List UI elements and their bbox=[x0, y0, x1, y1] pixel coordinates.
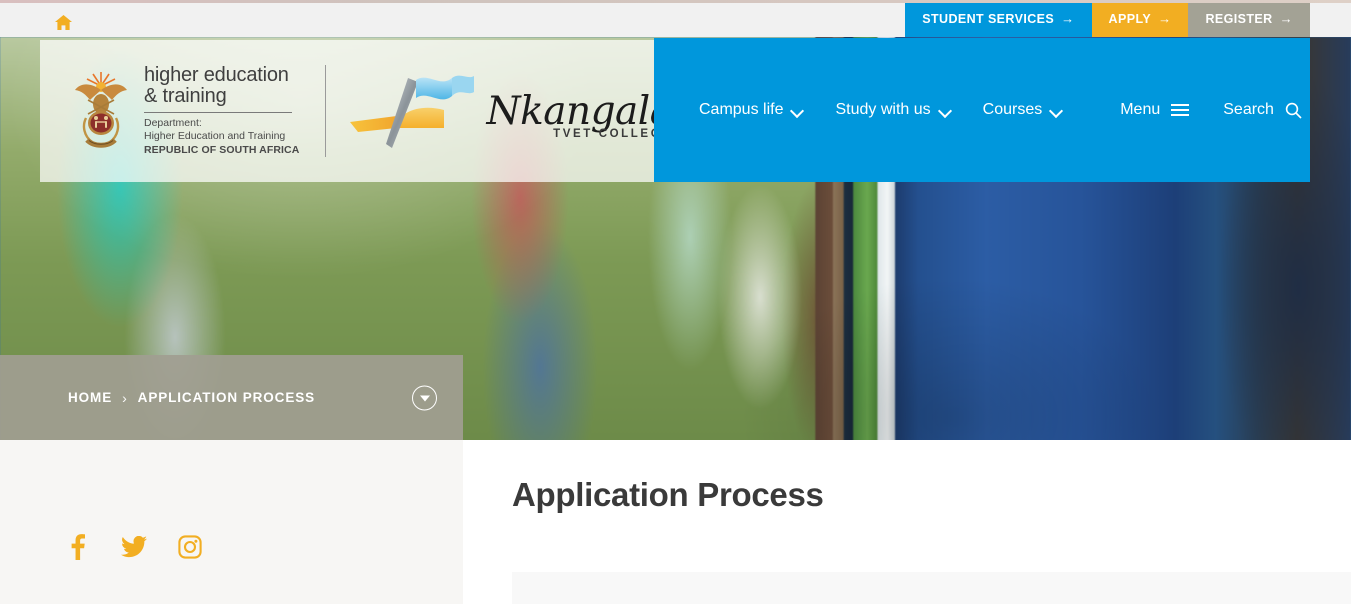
nav-item-label: Courses bbox=[982, 101, 1043, 118]
chevron-down-icon bbox=[792, 105, 803, 116]
breadcrumb-separator-icon: › bbox=[122, 389, 128, 406]
coat-of-arms-icon bbox=[70, 66, 132, 157]
page-title: Application Process bbox=[512, 476, 824, 513]
chevron-down-circle-icon bbox=[419, 395, 430, 401]
chevron-down-icon bbox=[940, 105, 951, 116]
page-root: STUDENT SERVICES → APPLY → REGISTER → hi… bbox=[0, 0, 1351, 604]
sidebar bbox=[0, 440, 463, 604]
nav-item-campus-life[interactable]: Campus life bbox=[699, 101, 803, 119]
logo-divider bbox=[325, 65, 327, 157]
nav-item-study-with-us[interactable]: Study with us bbox=[835, 101, 950, 119]
register-label: REGISTER bbox=[1205, 11, 1273, 26]
menu-label: Menu bbox=[1120, 101, 1161, 118]
nav-item-label: Campus life bbox=[699, 101, 784, 118]
arrow-right-icon: → bbox=[1061, 11, 1075, 26]
top-accent-line bbox=[0, 0, 1351, 3]
dhet-divider bbox=[144, 111, 292, 113]
lower-section: Application Process bbox=[0, 440, 1351, 604]
dhet-title-line1: higher education bbox=[144, 63, 289, 86]
search-icon bbox=[1285, 102, 1302, 119]
dhet-department-label: Department: bbox=[144, 116, 202, 129]
flag-book-logo-icon bbox=[348, 66, 496, 157]
facebook-link[interactable] bbox=[64, 533, 92, 565]
instagram-icon bbox=[178, 534, 202, 564]
arrow-right-icon: → bbox=[1279, 11, 1293, 26]
menu-toggle-button[interactable]: Menu bbox=[1120, 101, 1190, 119]
register-button[interactable]: REGISTER → bbox=[1188, 0, 1310, 37]
nav-item-courses[interactable]: Courses bbox=[983, 101, 1063, 119]
search-toggle-button[interactable]: Search bbox=[1223, 101, 1302, 119]
apply-button[interactable]: APPLY → bbox=[1091, 0, 1189, 37]
main-content: Application Process bbox=[463, 440, 1351, 604]
dhet-department-name: Higher Education and Training bbox=[144, 130, 286, 143]
college-wordmark: Nkangala TVET COLLEGE bbox=[486, 88, 673, 140]
home-icon bbox=[54, 14, 73, 31]
content-panel bbox=[512, 572, 1351, 604]
nav-item-list: Campus life Study with us Courses bbox=[699, 101, 1062, 119]
student-services-label: STUDENT SERVICES bbox=[922, 11, 1055, 26]
facebook-icon bbox=[71, 533, 85, 565]
breadcrumb: HOME › APPLICATION PROCESS bbox=[68, 390, 315, 406]
dhet-logo[interactable]: higher education & training Department: … bbox=[70, 63, 300, 157]
college-name: Nkangala bbox=[486, 88, 673, 134]
dhet-wordmark: higher education & training Department: … bbox=[144, 63, 300, 157]
twitter-icon bbox=[121, 535, 147, 563]
social-links bbox=[64, 533, 204, 565]
scroll-down-button[interactable] bbox=[412, 385, 437, 410]
logo-panel[interactable]: higher education & training Department: … bbox=[40, 40, 673, 182]
home-button[interactable] bbox=[52, 11, 74, 33]
twitter-link[interactable] bbox=[120, 535, 148, 563]
arrow-right-icon: → bbox=[1158, 11, 1172, 26]
primary-navigation: Campus life Study with us Courses Menu S… bbox=[654, 38, 1310, 182]
nav-item-label: Study with us bbox=[835, 101, 931, 118]
student-services-button[interactable]: STUDENT SERVICES → bbox=[905, 0, 1092, 37]
dhet-country: REPUBLIC OF SOUTH AFRICA bbox=[144, 143, 300, 156]
breadcrumb-item-home[interactable]: HOME bbox=[68, 390, 112, 405]
dhet-title-line2: & training bbox=[144, 85, 227, 108]
utility-button-group: STUDENT SERVICES → APPLY → REGISTER → bbox=[905, 0, 1310, 37]
chevron-down-icon bbox=[1051, 105, 1062, 116]
utility-bar: STUDENT SERVICES → APPLY → REGISTER → bbox=[0, 0, 1351, 37]
apply-label: APPLY bbox=[1108, 11, 1152, 26]
college-logo[interactable]: Nkangala TVET COLLEGE bbox=[348, 66, 673, 157]
search-label: Search bbox=[1223, 101, 1274, 118]
instagram-link[interactable] bbox=[176, 534, 204, 564]
breadcrumb-bar: HOME › APPLICATION PROCESS bbox=[0, 355, 463, 440]
hamburger-icon bbox=[1171, 104, 1190, 116]
breadcrumb-item-current: APPLICATION PROCESS bbox=[137, 390, 316, 405]
nav-utility-group: Menu Search bbox=[1120, 101, 1302, 119]
